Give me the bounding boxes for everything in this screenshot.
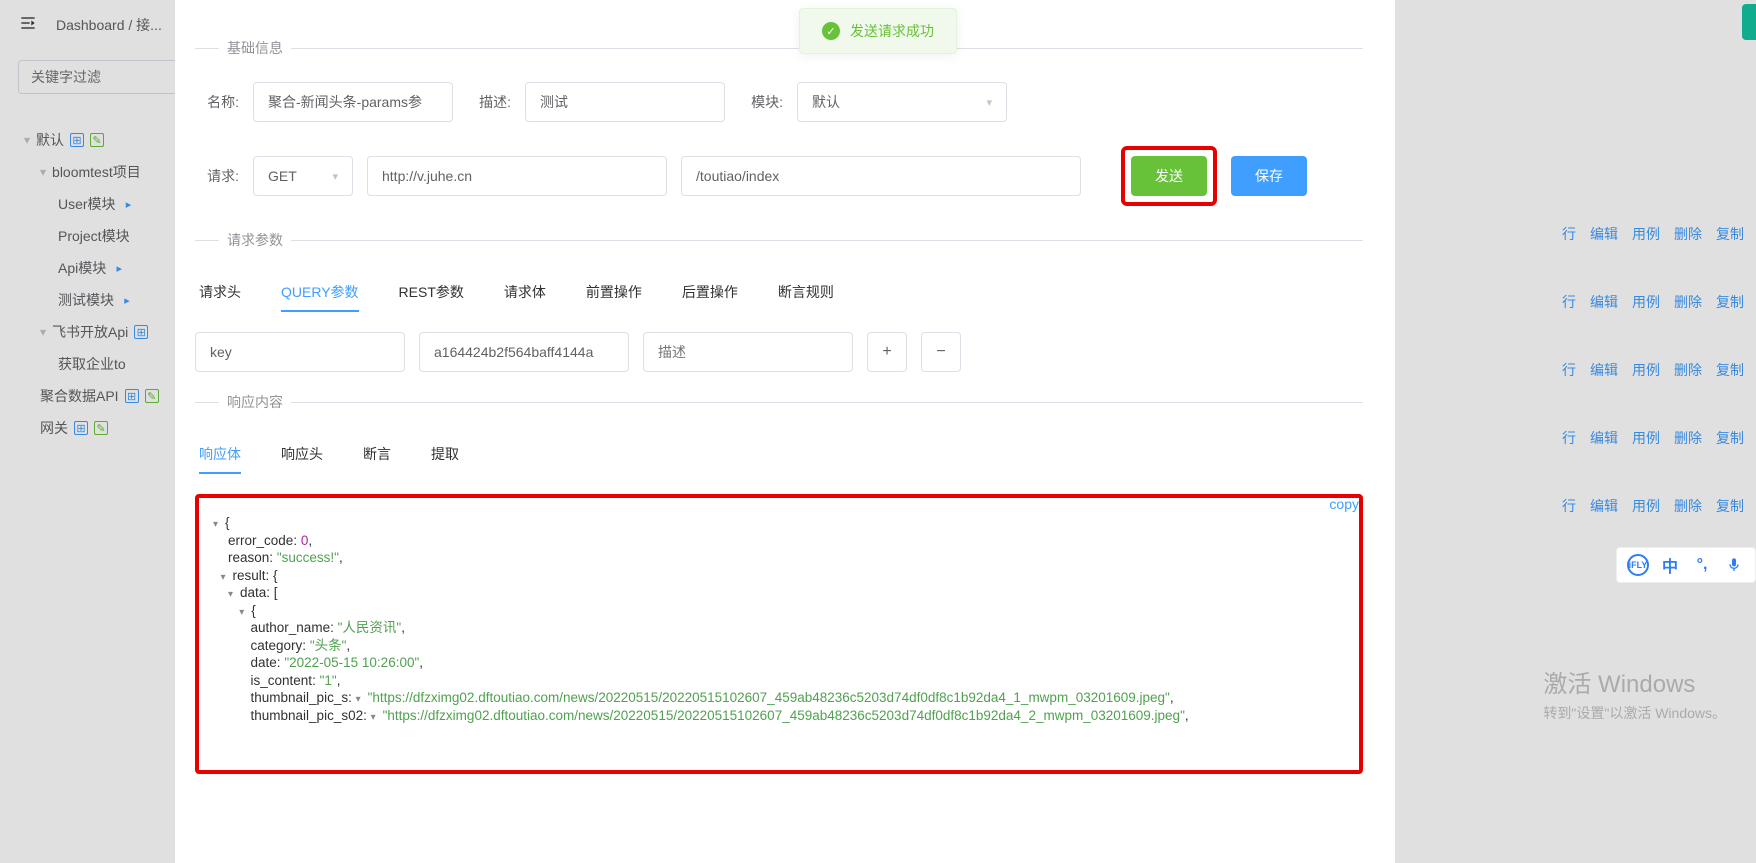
check-circle-icon: ✓ xyxy=(822,22,840,40)
ime-toolbar[interactable]: iFLY 中 °, xyxy=(1616,547,1756,583)
remove-param-button[interactable]: − xyxy=(921,332,961,372)
tab-resp-body[interactable]: 响应体 xyxy=(199,436,241,474)
punct-icon[interactable]: °, xyxy=(1691,554,1713,576)
save-button[interactable]: 保存 xyxy=(1231,156,1307,196)
section-request-params: 请求参数 xyxy=(195,230,1363,250)
chevron-down-icon: ▾ xyxy=(986,96,992,109)
api-editor-dialog: 基础信息 名称: 聚合-新闻头条-params参 描述: 测试 模块: 默认▾ … xyxy=(175,0,1395,863)
section-response: 响应内容 xyxy=(195,392,1363,412)
label-request: 请求: xyxy=(195,166,239,186)
chevron-down-icon: ▾ xyxy=(332,170,338,183)
tab-post[interactable]: 后置操作 xyxy=(682,274,738,312)
tab-headers[interactable]: 请求头 xyxy=(199,274,241,312)
tab-resp-assert[interactable]: 断言 xyxy=(363,436,391,474)
highlight-send: 发送 xyxy=(1121,146,1217,206)
tab-query[interactable]: QUERY参数 xyxy=(281,274,359,312)
tab-pre[interactable]: 前置操作 xyxy=(586,274,642,312)
toast-message: 发送请求成功 xyxy=(850,21,934,41)
tab-rest[interactable]: REST参数 xyxy=(399,274,464,312)
tab-resp-headers[interactable]: 响应头 xyxy=(281,436,323,474)
param-key-input[interactable]: key xyxy=(195,332,405,372)
path-input[interactable]: /toutiao/index xyxy=(681,156,1081,196)
response-tabs: 响应体 响应头 断言 提取 xyxy=(195,436,1363,474)
label-module: 模块: xyxy=(739,92,783,112)
param-tabs: 请求头 QUERY参数 REST参数 请求体 前置操作 后置操作 断言规则 xyxy=(195,274,1363,312)
param-desc-input[interactable] xyxy=(643,332,853,372)
add-param-button[interactable]: + xyxy=(867,332,907,372)
desc-input[interactable]: 测试 xyxy=(525,82,725,122)
host-input[interactable]: http://v.juhe.cn xyxy=(367,156,667,196)
tab-body[interactable]: 请求体 xyxy=(504,274,546,312)
tab-assert[interactable]: 断言规则 xyxy=(778,274,834,312)
label-name: 名称: xyxy=(195,92,239,112)
name-input[interactable]: 聚合-新闻头条-params参 xyxy=(253,82,453,122)
mic-icon[interactable] xyxy=(1723,554,1745,576)
label-desc: 描述: xyxy=(467,92,511,112)
param-value-input[interactable]: a164424b2f564baff4144a xyxy=(419,332,629,372)
section-basic-info: 基础信息 xyxy=(195,38,1363,58)
response-body-viewer[interactable]: ▾{ error_code: 0, reason: "success!", ▾r… xyxy=(195,494,1363,774)
module-select[interactable]: 默认▾ xyxy=(797,82,1007,122)
send-button[interactable]: 发送 xyxy=(1131,156,1207,196)
method-select[interactable]: GET▾ xyxy=(253,156,353,196)
success-toast: ✓ 发送请求成功 xyxy=(799,8,957,54)
ifly-icon[interactable]: iFLY xyxy=(1627,554,1649,576)
lang-toggle[interactable]: 中 xyxy=(1659,554,1681,576)
tab-resp-extract[interactable]: 提取 xyxy=(431,436,459,474)
